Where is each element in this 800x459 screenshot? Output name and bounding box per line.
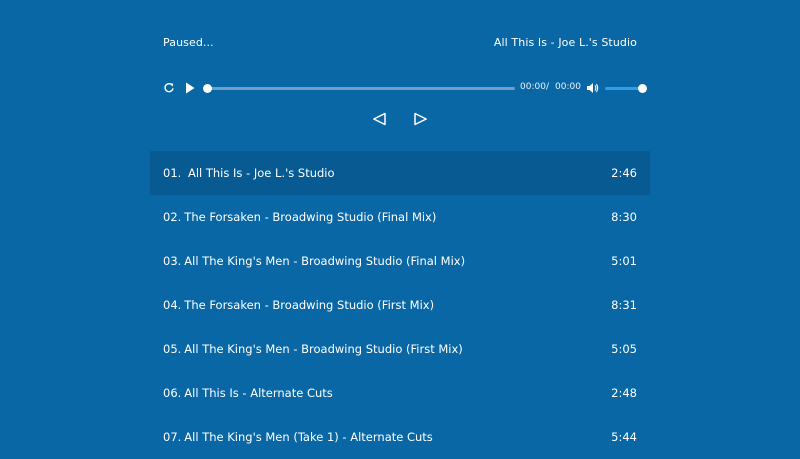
track-duration: 5:44 xyxy=(611,430,637,444)
track-number: 05. xyxy=(163,342,182,356)
repeat-icon[interactable] xyxy=(163,80,175,100)
track-title-line: 06. All This Is - Alternate Cuts xyxy=(163,386,333,400)
track-title: All This Is - Joe L.'s Studio xyxy=(187,166,335,180)
playlist-item[interactable]: 06. All This Is - Alternate Cuts 2:48 xyxy=(150,371,650,415)
track-number: 06. xyxy=(163,386,182,400)
volume-icon[interactable] xyxy=(586,80,599,100)
track-title: All The King's Men - Broadwing Studio (F… xyxy=(184,342,463,356)
track-title-line: 02. The Forsaken - Broadwing Studio (Fina… xyxy=(163,210,436,224)
track-duration: 2:46 xyxy=(611,166,637,180)
track-duration: 5:05 xyxy=(611,342,637,356)
track-number: 01. xyxy=(163,166,182,180)
now-playing-title: All This Is - Joe L.'s Studio xyxy=(493,36,637,49)
total-duration: 00:00 xyxy=(555,82,581,92)
playlist-item[interactable]: 07. All The King's Men (Take 1) - Alterna… xyxy=(150,415,650,459)
track-duration: 2:48 xyxy=(611,386,637,400)
next-track-icon[interactable] xyxy=(413,111,428,127)
track-number: 07. xyxy=(163,430,182,444)
playback-status: Paused... xyxy=(163,36,214,49)
track-number: 03. xyxy=(163,254,182,268)
seek-handle[interactable] xyxy=(203,84,212,93)
track-number: 02. xyxy=(163,210,182,224)
audio-player: Paused... All This Is - Joe L.'s Studio … xyxy=(150,0,650,450)
playlist-item[interactable]: 05. All The King's Men - Broadwing Studio… xyxy=(150,327,650,371)
play-icon[interactable] xyxy=(184,80,196,100)
track-title-line: 01. All This Is - Joe L.'s Studio xyxy=(163,166,335,180)
track-duration: 8:30 xyxy=(611,210,637,224)
track-number: 04. xyxy=(163,298,182,312)
current-time: 00:00 xyxy=(520,82,546,92)
track-title: The Forsaken - Broadwing Studio (First M… xyxy=(184,298,435,312)
player-controls: 00:00 / 00:00 xyxy=(163,80,647,96)
seek-bar[interactable] xyxy=(203,84,515,93)
volume-slider[interactable] xyxy=(605,84,647,93)
track-title: All The King's Men (Take 1) - Alternate … xyxy=(184,430,433,444)
track-duration: 8:31 xyxy=(611,298,637,312)
status-row: Paused... All This Is - Joe L.'s Studio xyxy=(163,36,637,52)
playlist-item[interactable]: 01. All This Is - Joe L.'s Studio 2:46 xyxy=(150,151,650,195)
track-title-line: 04. The Forsaken - Broadwing Studio (Firs… xyxy=(163,298,434,312)
track-title: All This Is - Alternate Cuts xyxy=(184,386,333,400)
playlist: 01. All This Is - Joe L.'s Studio 2:46 0… xyxy=(150,151,650,459)
track-title-line: 03. All The King's Men - Broadwing Studio… xyxy=(163,254,465,268)
track-title-line: 07. All The King's Men (Take 1) - Alterna… xyxy=(163,430,433,444)
track-title-line: 05. All The King's Men - Broadwing Studio… xyxy=(163,342,463,356)
previous-track-icon[interactable] xyxy=(372,111,387,127)
track-title: All The King's Men - Broadwing Studio (F… xyxy=(184,254,466,268)
time-separator: / xyxy=(546,82,550,92)
playlist-item[interactable]: 02. The Forsaken - Broadwing Studio (Fina… xyxy=(150,195,650,239)
volume-handle[interactable] xyxy=(638,84,647,93)
playlist-item[interactable]: 04. The Forsaken - Broadwing Studio (Firs… xyxy=(150,283,650,327)
track-title: The Forsaken - Broadwing Studio (Final M… xyxy=(184,210,437,224)
track-duration: 5:01 xyxy=(611,254,637,268)
playlist-item[interactable]: 03. All The King's Men - Broadwing Studio… xyxy=(150,239,650,283)
